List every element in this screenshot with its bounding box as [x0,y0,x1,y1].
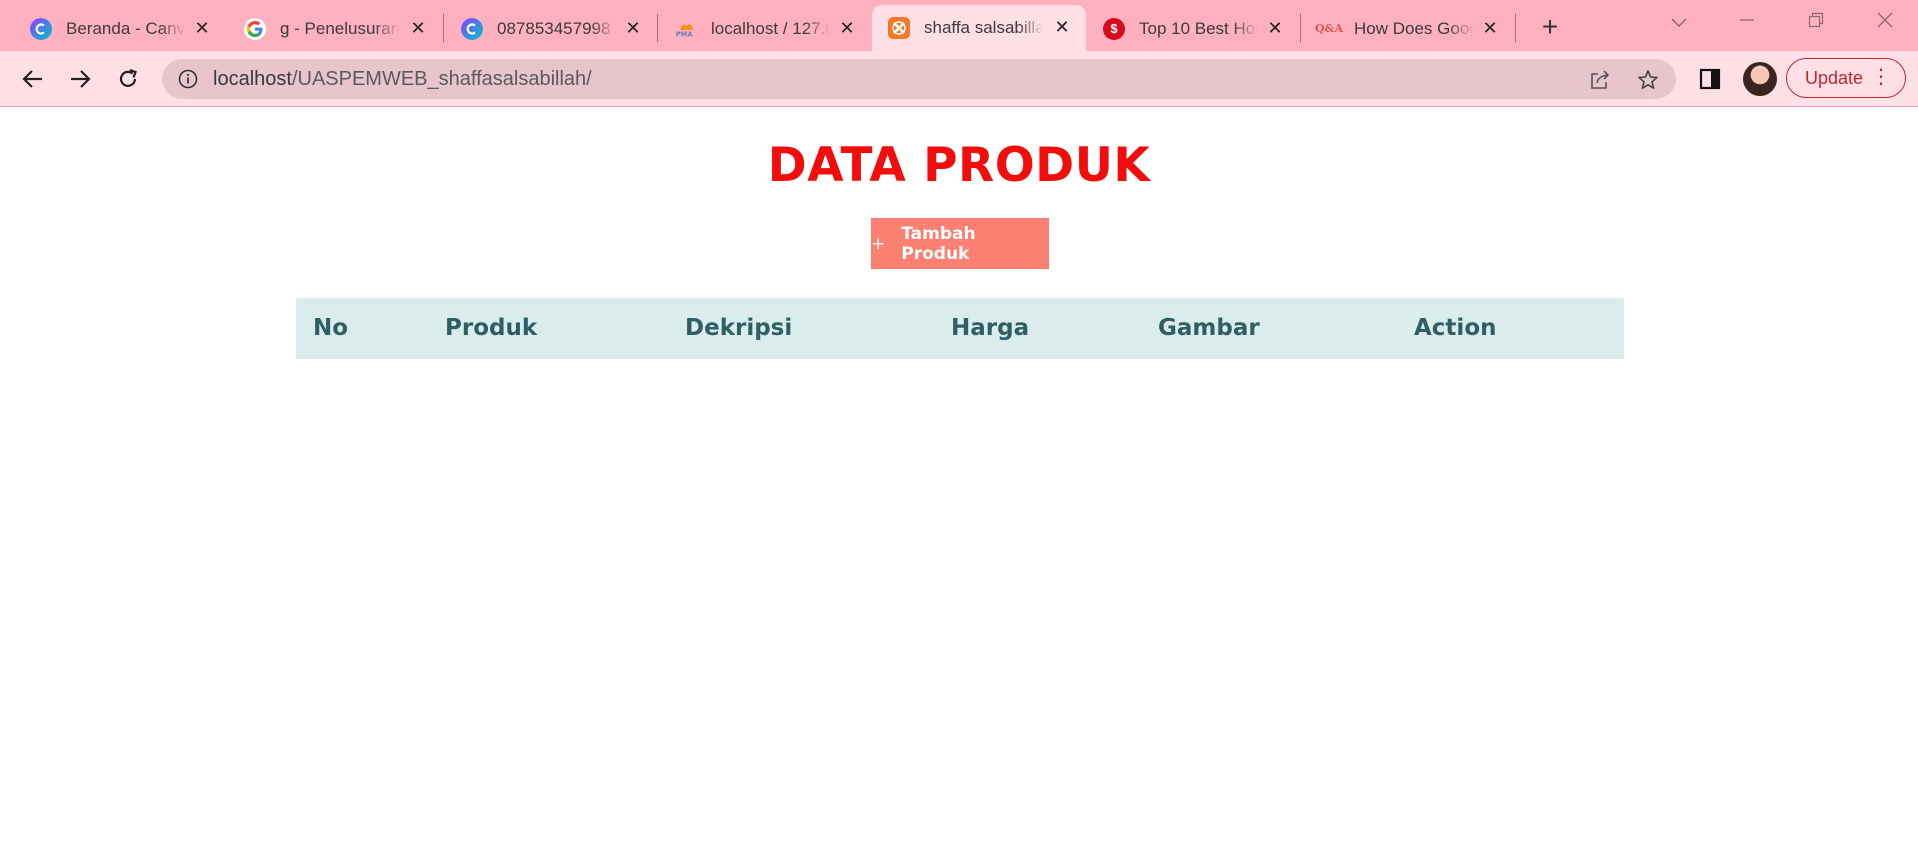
restore-icon[interactable] [1796,8,1836,36]
column-header-produk: Produk [445,315,538,341]
tab-strip: Beranda - Canva ✕ g - Penelusuran Google… [0,0,1918,51]
tambah-produk-button[interactable]: + Tambah Produk [871,218,1049,269]
window-close-icon[interactable] [1865,8,1905,36]
page-title: DATA PRODUK [767,138,1151,193]
tab-title: localhost / 127.0.0.1 [711,18,831,38]
side-panel-icon[interactable] [1695,64,1725,94]
tab-title: Top 10 Best Hosting [1139,18,1259,38]
forward-arrow-icon[interactable] [63,62,97,96]
tab-top10-hosting[interactable]: $ Top 10 Best Hosting ✕ [1087,6,1299,51]
column-header-action: Action [1414,315,1497,341]
phpmyadmin-icon: PMA [675,18,697,40]
tab-title: Beranda - Canva [66,18,186,38]
update-button[interactable]: Update ⋮ [1786,58,1906,98]
xampp-icon [888,17,910,39]
tab-separator [443,14,444,42]
column-header-no: No [313,315,349,341]
kebab-menu-icon[interactable]: ⋮ [1871,67,1891,87]
plus-icon: + [871,233,886,254]
close-icon[interactable]: ✕ [1265,18,1285,38]
close-icon[interactable]: ✕ [1480,18,1500,38]
browser-toolbar: localhost/UASPEMWEB_shaffasalsabillah/ U… [0,51,1918,107]
tab-separator [657,14,658,42]
profile-avatar[interactable] [1743,62,1777,96]
tab-canva-number[interactable]: 087853457998 ✕ [445,6,657,51]
back-arrow-icon[interactable] [16,62,50,96]
tab-canva-beranda[interactable]: Beranda - Canva ✕ [14,6,226,51]
tambah-produk-label: Tambah Produk [901,223,976,264]
close-icon[interactable]: ✕ [623,18,643,38]
close-icon[interactable]: ✕ [1052,17,1072,37]
qa-icon: Q&A [1314,22,1344,35]
column-header-harga: Harga [951,315,1030,341]
tab-title: g - Penelusuran Google [280,18,400,38]
canva-icon [461,17,483,40]
dollar-icon: $ [1103,17,1125,40]
tab-title: shaffa salsabillah [924,18,1044,37]
svg-text:PMA: PMA [676,30,694,38]
close-icon[interactable]: ✕ [192,18,212,38]
minimize-icon[interactable] [1727,8,1767,36]
tab-title: 087853457998 [497,18,611,38]
site-info-icon[interactable] [178,69,198,94]
tab-title: How Does Google [1354,18,1474,38]
close-icon[interactable]: ✕ [837,18,857,38]
close-icon[interactable]: ✕ [408,18,428,38]
column-header-deskripsi: Dekripsi [685,315,793,341]
bookmark-star-icon[interactable] [1636,68,1660,92]
new-tab-plus-icon[interactable]: + [1534,12,1566,44]
address-url[interactable]: localhost/UASPEMWEB_shaffasalsabillah/ [213,68,592,91]
tab-separator [1515,14,1516,42]
google-icon [244,17,266,40]
update-label: Update [1805,67,1864,88]
address-bar[interactable]: localhost/UASPEMWEB_shaffasalsabillah/ [162,59,1676,99]
share-icon[interactable] [1588,68,1612,92]
tab-search-chevron-icon[interactable] [1659,8,1699,36]
reload-icon[interactable] [111,62,145,96]
url-path: /UASPEMWEB_shaffasalsabillah/ [291,68,592,90]
tab-google-search[interactable]: g - Penelusuran Google ✕ [228,6,442,51]
canva-icon [30,17,52,40]
product-table: No Produk Dekripsi Harga Gambar Action [296,298,1624,359]
tab-phpmyadmin[interactable]: PMA localhost / 127.0.0.1 ✕ [659,6,871,51]
tab-how-does-google[interactable]: Q&A How Does Google ✕ [1302,6,1514,51]
column-header-gambar: Gambar [1158,315,1260,341]
tab-active-shaffa[interactable]: shaffa salsabillah ✕ [872,5,1086,51]
url-host: localhost [213,68,292,90]
tab-separator [1300,14,1301,42]
